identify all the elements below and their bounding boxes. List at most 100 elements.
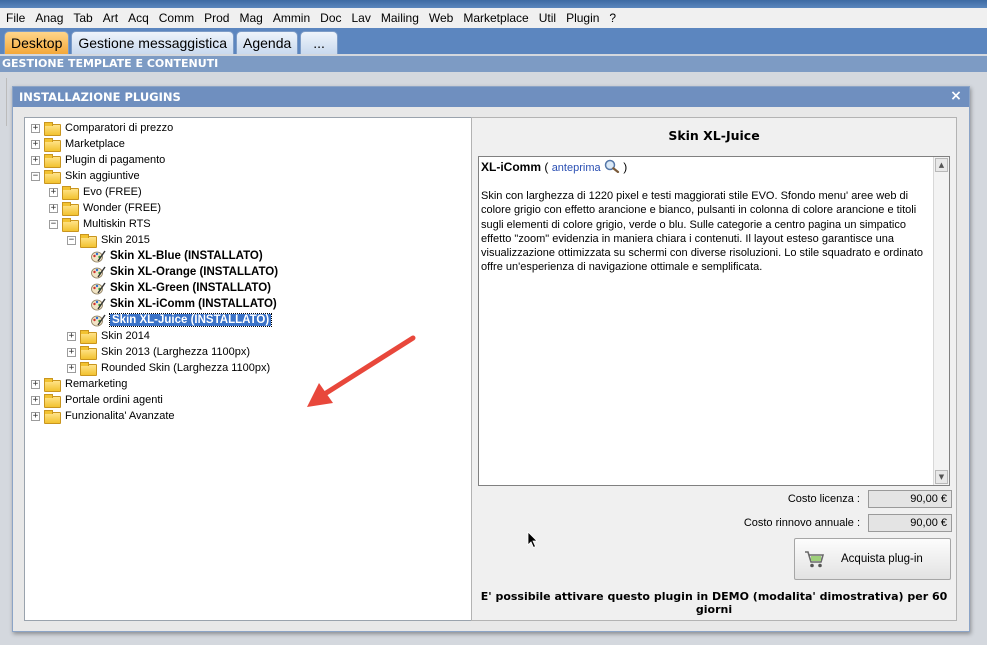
menu-item-art[interactable]: Art bbox=[103, 11, 118, 25]
expand-icon[interactable]: + bbox=[49, 187, 58, 197]
tree-node[interactable]: Skin XL-Juice (INSTALLATO) bbox=[85, 312, 273, 328]
skin-icon bbox=[91, 282, 106, 295]
folder-icon bbox=[44, 394, 61, 408]
expand-icon[interactable]: + bbox=[31, 379, 40, 389]
buy-plugin-label: Acquista plug-in bbox=[841, 553, 923, 565]
menu-item-tab[interactable]: Tab bbox=[73, 11, 92, 25]
renewal-cost-value: 90,00 € bbox=[868, 514, 952, 532]
tab-bar: Desktop Gestione messaggistica Agenda... bbox=[0, 28, 987, 54]
menu-item-web[interactable]: Web bbox=[429, 11, 453, 25]
magnifier-icon[interactable] bbox=[604, 159, 620, 174]
tree-node[interactable]: + Rounded Skin (Larghezza 1100px) bbox=[67, 360, 270, 376]
renewal-cost-label: Costo rinnovo annuale : bbox=[743, 517, 860, 529]
tree-node-label: Skin XL-Juice (INSTALLATO) bbox=[108, 313, 273, 327]
tree-node[interactable]: + Funzionalita' Avanzate bbox=[31, 408, 175, 424]
tree-node[interactable]: + Skin 2013 (Larghezza 1100px) bbox=[67, 344, 250, 360]
tree-node-label: Wonder (FREE) bbox=[83, 202, 162, 214]
tree-node[interactable]: Skin XL-Orange (INSTALLATO) bbox=[85, 264, 278, 280]
tree-node[interactable]: + Portale ordini agenti bbox=[31, 392, 163, 408]
tree-node[interactable]: + Evo (FREE) bbox=[49, 184, 142, 200]
folder-icon bbox=[44, 410, 61, 424]
expand-icon[interactable]: + bbox=[31, 155, 40, 165]
tree-node-label: Remarketing bbox=[65, 378, 128, 390]
tree-node-label: Skin aggiuntive bbox=[65, 170, 140, 182]
skin-icon bbox=[91, 298, 106, 311]
tab-desktop[interactable]: Desktop bbox=[4, 31, 70, 54]
skin-icon bbox=[91, 250, 106, 263]
menu-item-help[interactable]: ? bbox=[609, 11, 616, 25]
dialog-title: INSTALLAZIONE PLUGINS bbox=[19, 90, 181, 104]
tree-node[interactable]: − Skin aggiuntive bbox=[31, 168, 140, 184]
menu-item-lav[interactable]: Lav bbox=[352, 11, 371, 25]
folder-icon bbox=[62, 202, 79, 216]
expand-icon[interactable]: + bbox=[49, 203, 58, 213]
tree-node[interactable]: + Skin 2014 bbox=[67, 328, 150, 344]
menu-item-util[interactable]: Util bbox=[539, 11, 556, 25]
collapse-icon[interactable]: − bbox=[49, 219, 58, 229]
renewal-cost-row: Costo rinnovo annuale : 90,00 € bbox=[744, 514, 952, 532]
tree-node-label: Skin XL-Blue (INSTALLATO) bbox=[110, 250, 263, 262]
tree-node-label: Skin 2014 bbox=[101, 330, 150, 342]
tree-node[interactable]: + Wonder (FREE) bbox=[49, 200, 161, 216]
expand-icon[interactable]: + bbox=[67, 363, 76, 373]
window-title-bar bbox=[0, 0, 987, 8]
expand-icon[interactable]: + bbox=[31, 411, 40, 421]
buy-plugin-button[interactable]: Acquista plug-in bbox=[794, 538, 951, 580]
menu-item-plugin[interactable]: Plugin bbox=[566, 11, 599, 25]
tab-gestione-messaggistica[interactable]: Gestione messaggistica bbox=[71, 31, 234, 54]
folder-icon bbox=[44, 378, 61, 392]
tree-node-label: Skin XL-Orange (INSTALLATO) bbox=[110, 266, 279, 278]
tree-node[interactable]: + Comparatori di prezzo bbox=[31, 120, 173, 136]
menu-item-doc[interactable]: Doc bbox=[320, 11, 341, 25]
tree-node[interactable]: Skin XL-Blue (INSTALLATO) bbox=[85, 248, 263, 264]
folder-icon bbox=[44, 122, 61, 136]
folder-icon bbox=[80, 234, 97, 248]
tree-node-label: Rounded Skin (Larghezza 1100px) bbox=[101, 362, 271, 374]
tree-node[interactable]: Skin XL-Green (INSTALLATO) bbox=[85, 280, 271, 296]
menu-bar: File Anag Tab Art Acq Comm Prod Mag Ammin Doc Lav M… bbox=[0, 8, 987, 28]
tree-node[interactable]: − Multiskin RTS bbox=[49, 216, 151, 232]
menu-item-ammin[interactable]: Ammin bbox=[273, 11, 310, 25]
menu-item-prod[interactable]: Prod bbox=[204, 11, 229, 25]
tree-node-label: Funzionalita' Avanzate bbox=[65, 410, 175, 422]
plugin-description-box[interactable]: XL-iComm ( anteprima ) Skin con larghezz… bbox=[478, 156, 950, 486]
menu-item-mailing[interactable]: Mailing bbox=[381, 11, 419, 25]
description-scrollbar[interactable]: ▲ ▼ bbox=[933, 157, 949, 485]
tab-more[interactable]: ... bbox=[300, 31, 338, 54]
tree-node[interactable]: + Remarketing bbox=[31, 376, 127, 392]
paren-open: ( bbox=[544, 160, 549, 174]
tree-node-label: Comparatori di prezzo bbox=[65, 122, 174, 134]
menu-item-comm[interactable]: Comm bbox=[159, 11, 194, 25]
close-icon[interactable]: × bbox=[949, 89, 963, 104]
scroll-up-icon[interactable]: ▲ bbox=[935, 158, 948, 172]
menu-item-mag[interactable]: Mag bbox=[239, 11, 262, 25]
collapse-icon[interactable]: − bbox=[31, 171, 40, 181]
preview-link[interactable]: anteprima bbox=[552, 162, 601, 174]
folder-icon bbox=[44, 170, 61, 184]
tree-node[interactable]: Skin XL-iComm (INSTALLATO) bbox=[85, 296, 277, 312]
demo-note: E' possibile attivare questo plugin in D… bbox=[480, 590, 948, 616]
folder-icon bbox=[62, 186, 79, 200]
tree-node[interactable]: + Marketplace bbox=[31, 136, 125, 152]
scroll-down-icon[interactable]: ▼ bbox=[935, 470, 948, 484]
menu-item-file[interactable]: File bbox=[6, 11, 25, 25]
expand-icon[interactable]: + bbox=[67, 331, 76, 341]
paren-close: ) bbox=[623, 160, 628, 174]
expand-icon[interactable]: + bbox=[31, 123, 40, 133]
cart-icon bbox=[805, 551, 825, 568]
license-cost-label: Costo licenza : bbox=[787, 493, 860, 505]
plugin-detail-title: Skin XL-Juice bbox=[668, 128, 760, 143]
tree-node[interactable]: − Skin 2015 bbox=[67, 232, 150, 248]
menu-item-marketplace[interactable]: Marketplace bbox=[463, 11, 528, 25]
tree-node[interactable]: + Plugin di pagamento bbox=[31, 152, 165, 168]
collapse-icon[interactable]: − bbox=[67, 235, 76, 245]
menu-item-anag[interactable]: Anag bbox=[35, 11, 63, 25]
skin-icon bbox=[91, 266, 106, 279]
expand-icon[interactable]: + bbox=[67, 347, 76, 357]
tab-agenda[interactable]: Agenda bbox=[236, 31, 299, 54]
mouse-cursor-icon bbox=[527, 531, 538, 549]
expand-icon[interactable]: + bbox=[31, 139, 40, 149]
menu-item-acq[interactable]: Acq bbox=[128, 11, 149, 25]
plugin-name: XL-iComm bbox=[481, 160, 541, 174]
expand-icon[interactable]: + bbox=[31, 395, 40, 405]
